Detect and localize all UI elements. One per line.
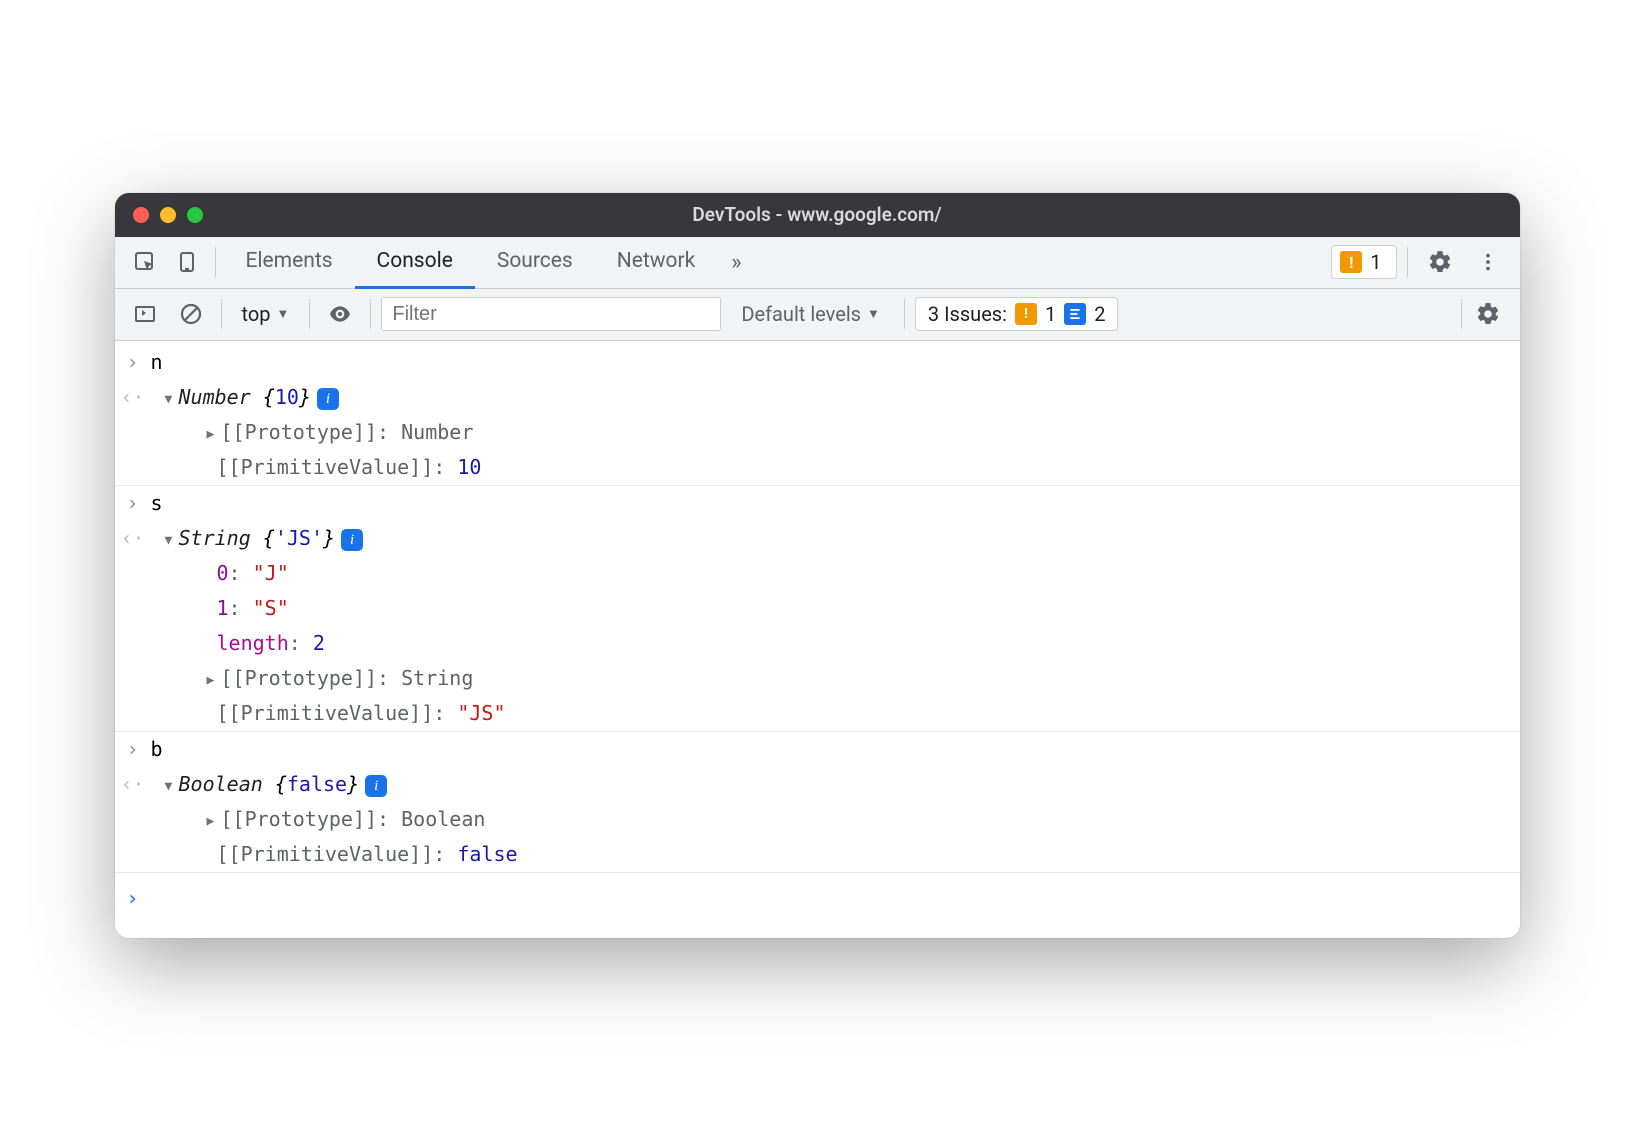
expand-toggle-icon[interactable] xyxy=(207,812,221,832)
expand-toggle-icon[interactable] xyxy=(207,425,221,445)
input-marker-icon: › xyxy=(115,347,151,378)
console-input-row: › b xyxy=(115,731,1520,767)
warning-count: 1 xyxy=(1370,250,1381,274)
separator xyxy=(1407,247,1408,277)
info-icon xyxy=(1064,303,1086,325)
console-output-row: ‹· String {'JS'}i xyxy=(115,521,1520,556)
console-input-row: › n xyxy=(115,341,1520,380)
more-options-button[interactable] xyxy=(1466,240,1510,284)
output-marker-icon: ‹· xyxy=(115,523,151,554)
expand-toggle-icon[interactable] xyxy=(165,777,179,797)
input-marker-icon: › xyxy=(115,734,151,765)
separator xyxy=(221,299,222,329)
output-marker-icon: ‹· xyxy=(115,382,151,413)
object-preview[interactable]: String {'JS'}i xyxy=(151,523,1510,554)
tab-sources[interactable]: Sources xyxy=(475,237,595,289)
log-levels-select[interactable]: Default levels ▼ xyxy=(727,302,894,326)
tab-console[interactable]: Console xyxy=(355,237,475,289)
object-property-row: [[PrimitiveValue]]: false xyxy=(115,837,1520,872)
panel-tabs: Elements Console Sources Network xyxy=(224,237,718,288)
console-output-row: ‹· Boolean {false}i xyxy=(115,767,1520,802)
tab-network[interactable]: Network xyxy=(595,237,718,289)
separator xyxy=(309,299,310,329)
close-window-button[interactable] xyxy=(133,207,149,223)
window-title: DevTools - www.google.com/ xyxy=(115,203,1520,226)
info-badge-icon[interactable]: i xyxy=(341,529,363,551)
clear-console-icon[interactable] xyxy=(171,294,211,334)
context-label: top xyxy=(242,302,271,326)
titlebar: DevTools - www.google.com/ xyxy=(115,193,1520,237)
tab-elements[interactable]: Elements xyxy=(224,237,355,289)
settings-button[interactable] xyxy=(1418,240,1462,284)
prompt-marker-icon: › xyxy=(115,883,151,914)
maximize-window-button[interactable] xyxy=(187,207,203,223)
issues-label: 3 Issues: xyxy=(928,302,1007,326)
object-property-row[interactable]: [[Prototype]]: Boolean xyxy=(115,802,1520,837)
gear-icon xyxy=(1427,249,1453,275)
issues-button[interactable]: 3 Issues: ! 1 2 xyxy=(915,297,1119,331)
object-property-row: 0: "J" xyxy=(115,556,1520,591)
expand-toggle-icon[interactable] xyxy=(165,531,179,551)
object-property-row: 1: "S" xyxy=(115,591,1520,626)
object-property-row: length: 2 xyxy=(115,626,1520,661)
main-toolbar: Elements Console Sources Network » ! 1 xyxy=(115,237,1520,289)
traffic-lights xyxy=(133,207,203,223)
info-badge-icon[interactable]: i xyxy=(365,775,387,797)
object-preview[interactable]: Boolean {false}i xyxy=(151,769,1510,800)
separator xyxy=(904,299,905,329)
console-input-row: › s xyxy=(115,485,1520,521)
input-text: b xyxy=(151,734,1510,765)
issues-info-count: 2 xyxy=(1094,302,1105,326)
filter-input[interactable] xyxy=(381,297,721,331)
inspect-element-icon[interactable] xyxy=(125,242,165,282)
expand-toggle-icon[interactable] xyxy=(165,390,179,410)
object-property-row[interactable]: [[Prototype]]: String xyxy=(115,661,1520,696)
input-text: n xyxy=(151,347,1510,378)
separator xyxy=(1461,299,1462,329)
sidebar-toggle-icon[interactable] xyxy=(125,294,165,334)
console-output: › n ‹· Number {10}i [[Prototype]]: Numbe… xyxy=(115,341,1520,938)
kebab-icon xyxy=(1477,251,1499,273)
gear-icon xyxy=(1475,301,1501,327)
object-property-row[interactable]: [[Prototype]]: Number xyxy=(115,415,1520,450)
console-output-row: ‹· Number {10}i xyxy=(115,380,1520,415)
more-tabs-icon[interactable]: » xyxy=(719,250,753,275)
separator xyxy=(370,299,371,329)
device-toolbar-icon[interactable] xyxy=(167,242,207,282)
expand-toggle-icon[interactable] xyxy=(207,671,221,691)
chevron-down-icon: ▼ xyxy=(867,306,880,322)
live-expression-icon[interactable] xyxy=(320,294,360,334)
warnings-button[interactable]: ! 1 xyxy=(1331,245,1396,279)
devtools-window: DevTools - www.google.com/ Elements Cons… xyxy=(115,193,1520,938)
toolbar-right: ! 1 xyxy=(1331,240,1509,284)
console-settings-button[interactable] xyxy=(1466,292,1510,336)
object-property-row: [[PrimitiveValue]]: "JS" xyxy=(115,696,1520,731)
input-text: s xyxy=(151,488,1510,519)
console-prompt-row[interactable]: › xyxy=(115,872,1520,938)
object-preview[interactable]: Number {10}i xyxy=(151,382,1510,413)
levels-label: Default levels xyxy=(741,302,861,326)
issues-warning-count: 1 xyxy=(1045,302,1056,326)
object-property-row: [[PrimitiveValue]]: 10 xyxy=(115,450,1520,485)
execution-context-select[interactable]: top ▼ xyxy=(232,302,300,326)
console-input-field[interactable] xyxy=(151,883,1510,914)
separator xyxy=(215,247,216,277)
minimize-window-button[interactable] xyxy=(160,207,176,223)
input-marker-icon: › xyxy=(115,488,151,519)
warning-icon: ! xyxy=(1015,303,1037,325)
console-toolbar: top ▼ Default levels ▼ 3 Issues: ! 1 2 xyxy=(115,289,1520,341)
warning-icon: ! xyxy=(1340,251,1362,273)
output-marker-icon: ‹· xyxy=(115,769,151,800)
info-badge-icon[interactable]: i xyxy=(317,388,339,410)
chevron-down-icon: ▼ xyxy=(276,306,289,322)
